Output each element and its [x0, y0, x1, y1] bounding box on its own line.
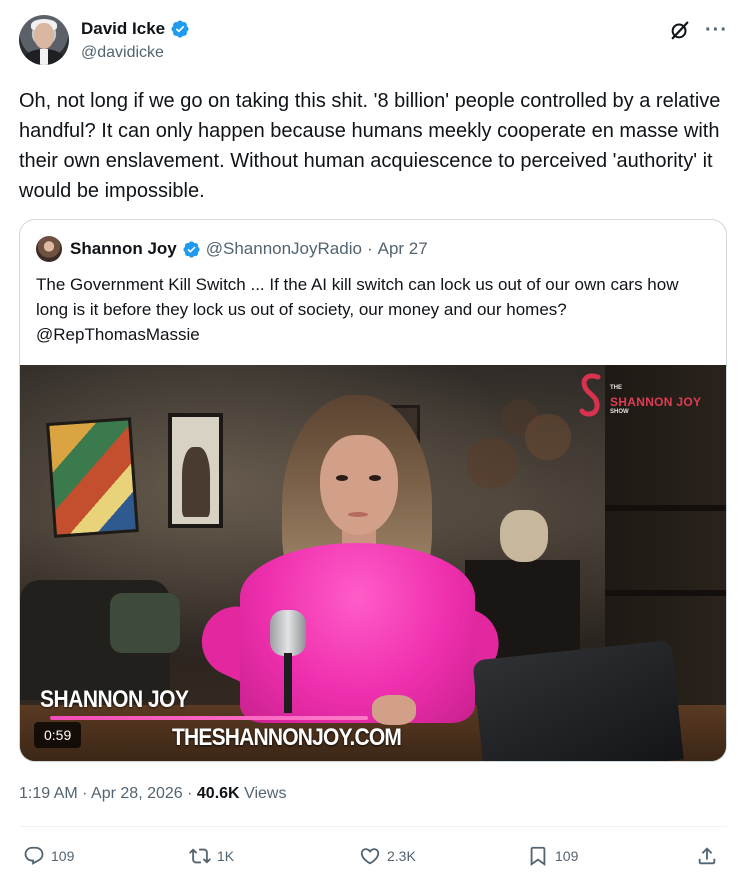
reply-button[interactable]: 109 — [23, 845, 74, 867]
quoted-tweet-header: Shannon Joy @ShannonJoyRadio · Apr 27 — [36, 236, 428, 262]
like-button[interactable]: 2.3K — [359, 845, 416, 867]
video-player[interactable]: THE SHANNON JOY SHOW SHANNON JOY THESHAN… — [20, 365, 726, 761]
quoted-separator: · — [366, 239, 373, 258]
wall-painting — [46, 417, 139, 538]
author-display-name[interactable]: David Icke — [81, 19, 165, 39]
laptop — [472, 639, 684, 761]
quoted-tweet-text: The Government Kill Switch ... If the AI… — [36, 275, 679, 344]
quoted-author-avatar[interactable] — [36, 236, 62, 262]
show-logo-mark-icon — [579, 373, 601, 417]
meta-separator: · — [82, 785, 88, 802]
video-duration-badge: 0:59 — [34, 722, 82, 748]
reply-count: 109 — [51, 848, 75, 864]
like-icon — [360, 848, 380, 865]
quoted-tweet[interactable]: Shannon Joy @ShannonJoyRadio · Apr 27 Th… — [19, 219, 727, 762]
divider — [19, 826, 727, 827]
show-logo-bottom: SHOW — [610, 409, 629, 415]
tweet-time[interactable]: 1:19 AM — [19, 785, 78, 802]
tweet-date[interactable]: Apr 28, 2026 — [91, 785, 183, 802]
tweet-header: David Icke @davidicke ··· — [19, 15, 728, 67]
bookmark-icon — [530, 846, 546, 867]
repost-icon — [189, 848, 211, 864]
grok-icon[interactable] — [669, 19, 691, 41]
show-logo-text: SHANNON JOY — [610, 395, 702, 409]
author-name-row: David Icke — [81, 19, 190, 39]
tweet-meta: 1:19 AM · Apr 28, 2026 · 40.6K Views — [19, 785, 286, 803]
meta-separator: · — [187, 785, 193, 802]
lower-third-name: SHANNON JOY — [40, 686, 189, 713]
microphone — [270, 610, 306, 656]
lower-third-website: THESHANNONJOY.COM — [172, 724, 402, 751]
lower-third-bar — [50, 716, 368, 720]
bookmark-button[interactable]: 109 — [527, 845, 578, 867]
like-count: 2.3K — [387, 848, 416, 864]
repost-count: 1K — [217, 848, 235, 864]
verified-badge-icon[interactable] — [182, 240, 201, 259]
show-logo-top: THE — [610, 385, 622, 391]
verified-badge-icon[interactable] — [170, 19, 190, 39]
author-handle[interactable]: @davidicke — [81, 44, 164, 62]
tweet-text: Oh, not long if we go on taking this shi… — [19, 90, 721, 202]
share-icon — [698, 847, 716, 865]
quoted-author-name[interactable]: Shannon Joy — [70, 239, 177, 259]
tweet-actions-bar: 109 1K 2.3K 109 — [19, 845, 727, 873]
author-avatar[interactable] — [19, 15, 69, 65]
wall-poster — [168, 413, 223, 528]
repost-button[interactable]: 1K — [189, 845, 234, 867]
quoted-author-handle[interactable]: @ShannonJoyRadio — [206, 239, 362, 259]
more-icon[interactable]: ··· — [705, 20, 728, 40]
tweet-top-actions: ··· — [669, 19, 728, 41]
share-button[interactable] — [696, 845, 718, 867]
reply-icon — [24, 846, 44, 865]
views-count[interactable]: 40.6K — [197, 785, 240, 802]
bookmark-count: 109 — [555, 848, 579, 864]
vase — [500, 510, 548, 562]
quoted-date[interactable]: Apr 27 — [378, 239, 428, 259]
views-label[interactable]: Views — [244, 785, 286, 802]
